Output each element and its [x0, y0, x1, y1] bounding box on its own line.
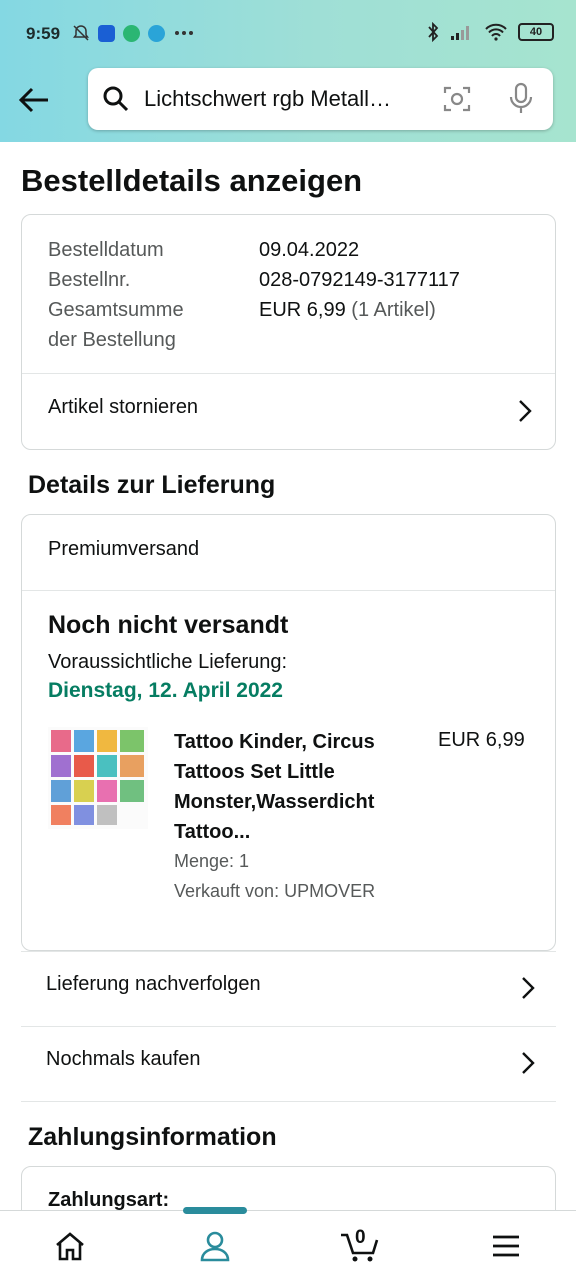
- status-time: 9:59: [26, 24, 61, 43]
- product-seller: Verkauft von: UPMOVER: [174, 881, 376, 901]
- divider: [22, 590, 555, 591]
- shipment-status: Noch nicht versandt: [48, 611, 289, 639]
- tattoo-sheets-image: [48, 727, 148, 829]
- order-total-value: EUR 6,99 (1 Artikel): [259, 295, 436, 325]
- chevron-right-icon: [522, 1052, 535, 1074]
- payment-section-title: Zahlungsinformation: [28, 1123, 277, 1151]
- payment-method-label: Zahlungsart:: [48, 1189, 170, 1211]
- divider: [21, 1101, 556, 1102]
- eta-date: Dienstag, 12. April 2022: [48, 679, 283, 702]
- product-image[interactable]: [48, 727, 148, 829]
- more-dots-icon: [175, 31, 193, 35]
- shipping-type: Premiumversand: [48, 538, 200, 560]
- nav-menu[interactable]: [466, 1211, 546, 1280]
- back-button[interactable]: [14, 80, 54, 120]
- nav-account[interactable]: [175, 1211, 255, 1280]
- menu-icon: [493, 1235, 519, 1257]
- chevron-right-icon: [522, 977, 535, 999]
- order-number-value: 028-0792149-3177117: [259, 269, 460, 291]
- arrow-left-icon: [18, 87, 48, 113]
- delivery-card: Premiumversand Noch nicht versandt Vorau…: [21, 514, 556, 951]
- user-icon: [200, 1231, 230, 1262]
- camera-search-icon[interactable]: [442, 84, 472, 114]
- wifi-icon: [485, 23, 507, 41]
- notification-icons: [72, 24, 195, 42]
- product-quantity: Menge: 1: [174, 851, 250, 871]
- delivery-section-title: Details zur Lieferung: [28, 471, 276, 499]
- chevron-right-icon: [519, 400, 532, 422]
- order-date-label: Bestelldatum: [48, 239, 164, 261]
- cancel-items-row[interactable]: Artikel stornieren: [22, 374, 555, 450]
- product-price: EUR 6,99: [438, 729, 525, 751]
- download-icon: [123, 24, 140, 42]
- order-total-label-2: der Bestellung: [48, 329, 176, 351]
- mute-bell-icon: [73, 25, 89, 41]
- signal-icon: [451, 26, 469, 40]
- buy-again-row[interactable]: Nochmals kaufen: [21, 1026, 556, 1101]
- order-item-count: (1 Artikel): [351, 299, 436, 321]
- status-bar: 9:59 40: [0, 0, 576, 66]
- order-total-label: Gesamtsumme: [48, 299, 184, 321]
- order-summary-card: Bestelldatum 09.04.2022 Bestellnr. 028-0…: [21, 214, 556, 450]
- telegram-icon: [148, 24, 165, 42]
- order-total-amount: EUR 6,99: [259, 299, 346, 321]
- battery-icon: 40: [518, 23, 554, 41]
- page-title: Bestelldetails anzeigen: [21, 163, 363, 198]
- search-input[interactable]: Lichtschwert rgb Metall…: [144, 86, 424, 112]
- product-title[interactable]: Tattoo Kinder, Circus Tattoos Set Little…: [174, 727, 414, 847]
- bluetooth-icon: [428, 22, 439, 42]
- paypal-icon: [98, 24, 115, 42]
- buy-again-label: Nochmals kaufen: [46, 1048, 201, 1070]
- track-delivery-row[interactable]: Lieferung nachverfolgen: [21, 951, 556, 1026]
- home-icon: [56, 1232, 84, 1261]
- order-date-value: 09.04.2022: [259, 239, 360, 261]
- cart-count-badge: 0: [355, 1227, 366, 1248]
- order-number-label: Bestellnr.: [48, 269, 131, 291]
- system-icons: 40: [426, 22, 554, 42]
- microphone-icon[interactable]: [508, 82, 534, 116]
- search-icon: [103, 86, 129, 112]
- app-header: 9:59 40 Lichtschwert rgb Metall…: [0, 0, 576, 142]
- track-delivery-label: Lieferung nachverfolgen: [46, 973, 261, 995]
- search-bar[interactable]: Lichtschwert rgb Metall…: [88, 68, 553, 130]
- bottom-navigation: 0: [0, 1207, 576, 1280]
- cancel-items-label: Artikel stornieren: [48, 396, 199, 418]
- nav-home[interactable]: [30, 1211, 110, 1280]
- eta-label: Voraussichtliche Lieferung:: [48, 651, 288, 673]
